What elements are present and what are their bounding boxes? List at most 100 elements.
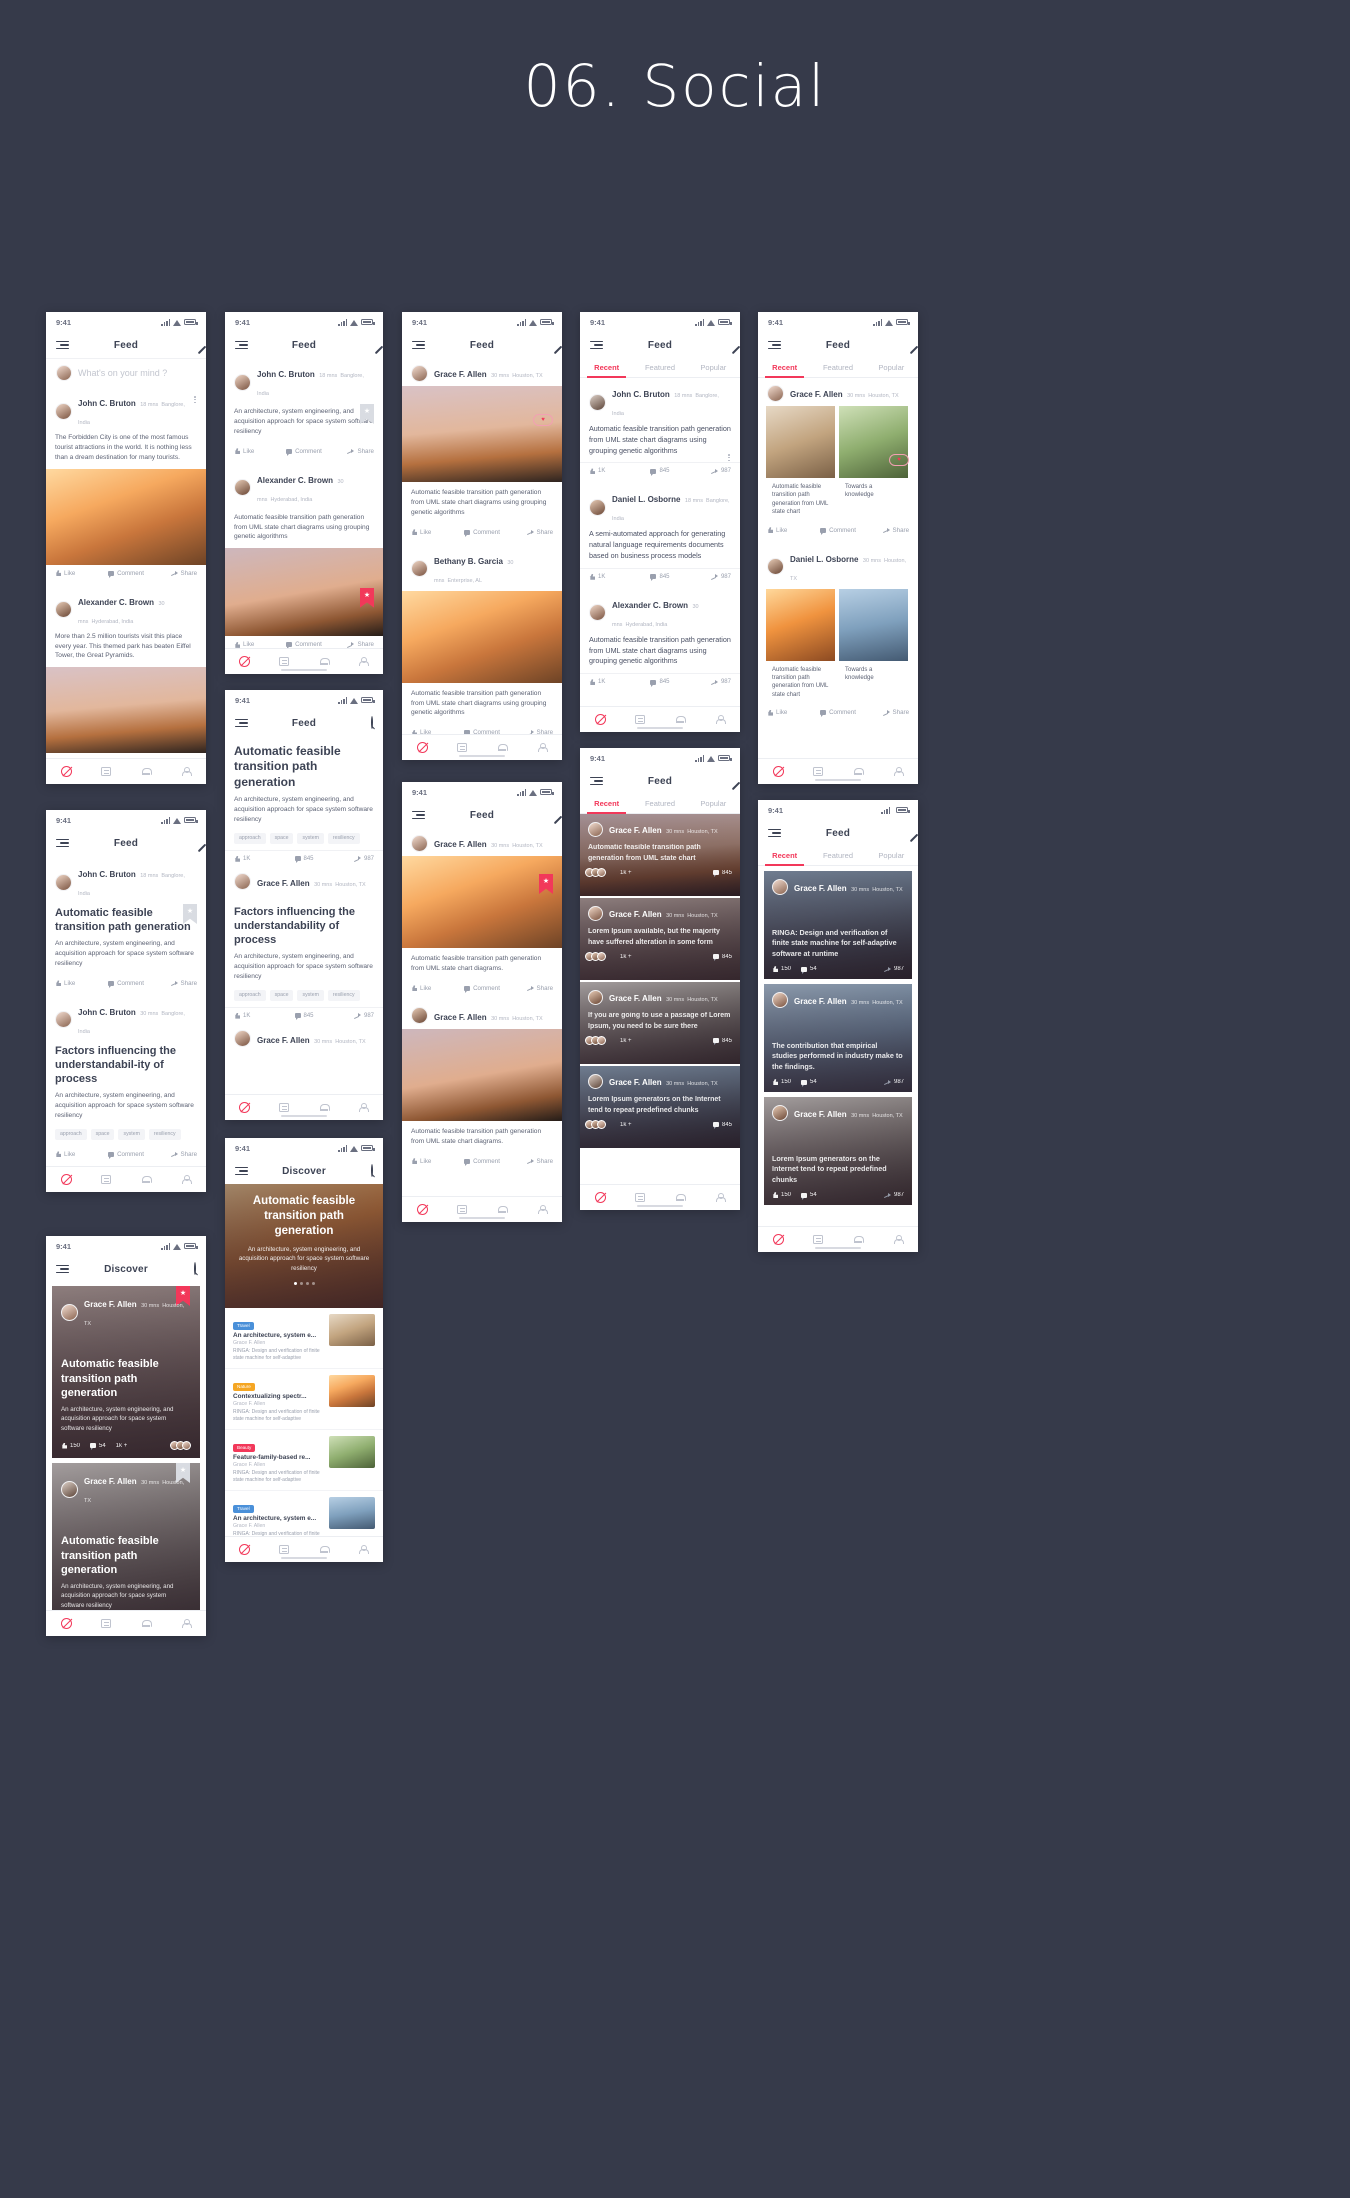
tab-feed[interactable] [86, 1175, 126, 1184]
shares-stat[interactable]: 987 [684, 679, 731, 685]
share-button[interactable]: Share [152, 1151, 197, 1158]
shares-stat[interactable]: 987 [684, 468, 731, 474]
avatar[interactable] [234, 1030, 251, 1048]
avatar[interactable] [767, 384, 784, 402]
tab-profile[interactable] [878, 1235, 918, 1244]
tab-popular[interactable]: Popular [687, 794, 740, 813]
comments-stat[interactable]: 845 [636, 468, 683, 476]
tag[interactable]: resiliency [327, 832, 360, 844]
avatar[interactable] [55, 873, 72, 891]
shares-stat[interactable]: 987 [327, 1013, 374, 1019]
tab-popular[interactable]: Popular [687, 358, 740, 377]
tab-notifications[interactable] [304, 1103, 344, 1112]
views-stat[interactable]: 1K [589, 573, 636, 580]
tab-home[interactable] [580, 714, 620, 725]
comment-button[interactable]: Comment [460, 529, 505, 537]
tab-home[interactable] [225, 656, 265, 667]
tab-notifications[interactable] [838, 1235, 878, 1244]
avatar[interactable] [588, 989, 603, 1005]
follow-badge[interactable]: ♥ [889, 454, 909, 466]
share-button[interactable]: Share [508, 985, 553, 992]
comment-button[interactable]: Comment [460, 1158, 505, 1166]
photo-carousel[interactable]: Automatic feasible transition path gener… [758, 588, 918, 705]
tab-notifications[interactable] [660, 715, 700, 724]
carousel-card[interactable]: Towards a knowledge [839, 588, 908, 705]
post-photo[interactable] [402, 386, 562, 482]
tab-popular[interactable]: Popular [865, 358, 918, 377]
carousel-dots[interactable] [235, 1281, 373, 1285]
post-photo[interactable] [46, 667, 206, 754]
post-photo[interactable] [46, 468, 206, 565]
avatar[interactable] [234, 373, 251, 391]
dark-card[interactable]: Grace F. Allen 30 mns Houston, TX Lorem … [764, 1097, 912, 1205]
tab-feed[interactable] [265, 1545, 305, 1554]
avatar[interactable] [55, 1011, 72, 1029]
share-button[interactable]: Share [152, 980, 197, 987]
avatar[interactable] [588, 821, 603, 837]
search-button[interactable] [371, 716, 373, 729]
tab-feed[interactable] [798, 1235, 838, 1244]
discover-card[interactable]: ★ Grace F. Allen 30 mns Houston, TX Auto… [52, 1286, 200, 1458]
avatar[interactable] [411, 834, 428, 852]
tab-home[interactable] [402, 742, 442, 753]
like-button[interactable]: Like [55, 980, 100, 987]
comments-stat[interactable]: 845 [636, 574, 683, 582]
likes-stat[interactable]: 150 [772, 966, 791, 972]
tab-profile[interactable] [166, 1175, 206, 1184]
avatar[interactable] [588, 1073, 603, 1089]
tab-feed[interactable] [442, 1205, 482, 1214]
tab-notifications[interactable] [304, 1545, 344, 1554]
tag[interactable]: resiliency [148, 1128, 181, 1140]
comments-stat[interactable]: 54 [801, 1079, 817, 1087]
avatar[interactable] [411, 560, 428, 578]
tag[interactable]: system [118, 1128, 145, 1140]
tab-profile[interactable] [878, 767, 918, 776]
tab-home[interactable] [758, 766, 798, 777]
avatar[interactable] [772, 992, 788, 1008]
tab-featured[interactable]: Featured [633, 358, 686, 377]
dark-row[interactable]: Grace F. Allen 30 mns Houston, TX If you… [580, 982, 740, 1064]
likes-stat[interactable]: 150 [61, 1442, 80, 1449]
hamburger-icon[interactable] [56, 340, 69, 350]
comment-button[interactable]: Comment [104, 570, 149, 578]
avatar[interactable] [411, 1007, 428, 1025]
hamburger-icon[interactable] [412, 340, 425, 350]
tab-profile[interactable] [166, 767, 206, 776]
tab-notifications[interactable] [126, 767, 166, 776]
dark-row[interactable]: Grace F. Allen 30 mns Houston, TX Lorem … [580, 1066, 740, 1148]
tab-home[interactable] [758, 1234, 798, 1245]
post-photo[interactable] [402, 856, 562, 948]
tab-profile[interactable] [344, 1103, 384, 1112]
hamburger-icon[interactable] [590, 776, 603, 786]
more-vertical-icon[interactable] [728, 454, 730, 462]
like-button[interactable]: Like [234, 448, 278, 455]
views-stat[interactable]: 1K [234, 1012, 281, 1019]
comment-button[interactable]: Comment [282, 448, 326, 456]
avatar[interactable] [589, 393, 606, 411]
comment-button[interactable]: Comment [816, 709, 861, 718]
like-button[interactable]: Like [767, 709, 812, 716]
post-photo[interactable] [225, 548, 383, 637]
tab-notifications[interactable] [482, 743, 522, 752]
tab-profile[interactable] [344, 657, 384, 666]
tab-notifications[interactable] [660, 1193, 700, 1202]
tab-featured[interactable]: Featured [811, 846, 864, 865]
tab-popular[interactable]: Popular [865, 846, 918, 865]
share-button[interactable]: Share [330, 448, 374, 455]
like-button[interactable]: Like [55, 1151, 100, 1158]
tab-home[interactable] [225, 1544, 265, 1555]
shares-stat[interactable]: 987 [884, 966, 904, 972]
tab-profile[interactable] [522, 1205, 562, 1214]
tab-home[interactable] [46, 1174, 86, 1185]
tab-feed[interactable] [86, 767, 126, 776]
tab-profile[interactable] [522, 743, 562, 752]
like-button[interactable]: Like [411, 985, 456, 992]
comments-stat[interactable]: 845 [712, 954, 732, 961]
tab-home[interactable] [46, 1618, 86, 1629]
comment-button[interactable]: Comment [104, 1151, 149, 1159]
avatar[interactable] [588, 905, 603, 921]
comments-stat[interactable]: 845 [712, 870, 732, 877]
carousel-card[interactable]: Automatic feasible transition path gener… [766, 406, 835, 522]
tab-recent[interactable]: Recent [758, 846, 811, 866]
tag[interactable]: approach [234, 989, 266, 1001]
